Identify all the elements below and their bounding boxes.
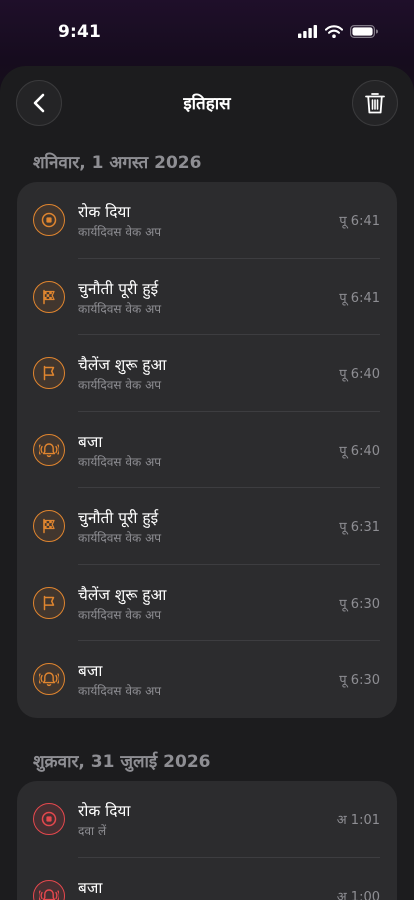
- history-card-jul-31: रोक दिया दवा लें अ 1:01 बजादवा लेंअ 1:00: [17, 781, 397, 900]
- history-card-aug-1: रोक दिया कार्यदिवस वेक अप पू 6:41 चुनौती पू…: [17, 182, 397, 718]
- status-bar: 9:41: [0, 0, 414, 66]
- event-title: चैलेंज शुरू हुआ: [78, 585, 167, 604]
- event-title: रोक दिया: [78, 203, 131, 221]
- event-time: अ 1:00: [336, 889, 380, 900]
- history-row[interactable]: चैलेंज शुरू हुआ कार्यदिवस वेक अप पू 6:40: [17, 335, 397, 412]
- history-row[interactable]: चैलेंज शुरू हुआ कार्यदिवस वेक अप पू 6:30: [17, 565, 397, 641]
- event-time: पू 6:31: [339, 520, 380, 535]
- alarm-name: कार्यदिवस वेक अप: [78, 531, 162, 545]
- event-title: चुनौती पूरी हुई: [78, 509, 159, 527]
- event-title: बजा: [78, 878, 103, 897]
- event-time: पू 6:41: [339, 290, 380, 306]
- checkered-flag-icon: [33, 280, 65, 313]
- event-time: पू 6:30: [339, 673, 380, 688]
- history-row[interactable]: चुनौती पूरी हुई कार्यदिवस वेक अप पू 6:41: [17, 259, 397, 335]
- event-time: पू 6:30: [339, 596, 380, 612]
- event-title: चुनौती पूरी हुई: [78, 279, 159, 298]
- flag-icon: [33, 357, 65, 389]
- section-date-header: शनिवार, 1 अगस्त 2026: [33, 153, 202, 173]
- checkered-flag-icon: [33, 510, 65, 542]
- alarm-name: कार्यदिवस वेक अप: [78, 301, 162, 316]
- history-row[interactable]: बजा कार्यदिवस वेक अप पू 6:40: [17, 412, 397, 488]
- event-time: पू 6:40: [339, 367, 380, 382]
- stop-icon: [33, 204, 65, 236]
- stop-icon: [33, 803, 65, 835]
- alarm-name: कार्यदिवस वेक अप: [78, 454, 162, 469]
- event-title: बजा: [78, 662, 103, 680]
- history-row[interactable]: चुनौती पूरी हुई कार्यदिवस वेक अप पू 6:31: [17, 488, 397, 565]
- event-time: पू 6:40: [339, 443, 380, 459]
- navigation-bar: इतिहास: [0, 78, 414, 128]
- alarm-name: कार्यदिवस वेक अप: [78, 378, 162, 392]
- history-row[interactable]: बजा कार्यदिवस वेक अप पू 6:30: [17, 641, 397, 718]
- history-row[interactable]: रोक दिया कार्यदिवस वेक अप पू 6:41: [17, 182, 397, 259]
- event-title: रोक दिया: [78, 802, 131, 820]
- ringing-bell-icon: [33, 879, 65, 900]
- ringing-bell-icon: [33, 433, 65, 466]
- alarm-name: दवा लें: [78, 824, 107, 838]
- cellular-signal-icon: [298, 25, 317, 38]
- trash-icon: [365, 93, 385, 114]
- event-title: चैलेंज शुरू हुआ: [78, 356, 167, 374]
- delete-history-button[interactable]: [352, 80, 398, 126]
- wifi-icon: [325, 25, 343, 38]
- event-title: बजा: [78, 432, 103, 451]
- event-time: पू 6:41: [339, 214, 380, 229]
- event-time: अ 1:01: [336, 813, 380, 828]
- section-date-header: शुक्रवार, 31 जुलाई 2026: [33, 752, 211, 772]
- ringing-bell-icon: [33, 663, 65, 695]
- alarm-name: कार्यदिवस वेक अप: [78, 684, 162, 698]
- status-icons: [298, 25, 378, 38]
- status-time: 9:41: [58, 22, 102, 42]
- alarm-name: कार्यदिवस वेक अप: [78, 225, 162, 239]
- history-row[interactable]: बजादवा लेंअ 1:00: [17, 858, 397, 900]
- alarm-name: कार्यदिवस वेक अप: [78, 607, 162, 622]
- history-row[interactable]: रोक दिया दवा लें अ 1:01: [17, 781, 397, 858]
- history-sheet: इतिहास शनिवार, 1 अगस्त 2026 रोक दिया कार्…: [0, 66, 414, 900]
- battery-icon: [350, 25, 378, 38]
- flag-icon: [33, 586, 65, 619]
